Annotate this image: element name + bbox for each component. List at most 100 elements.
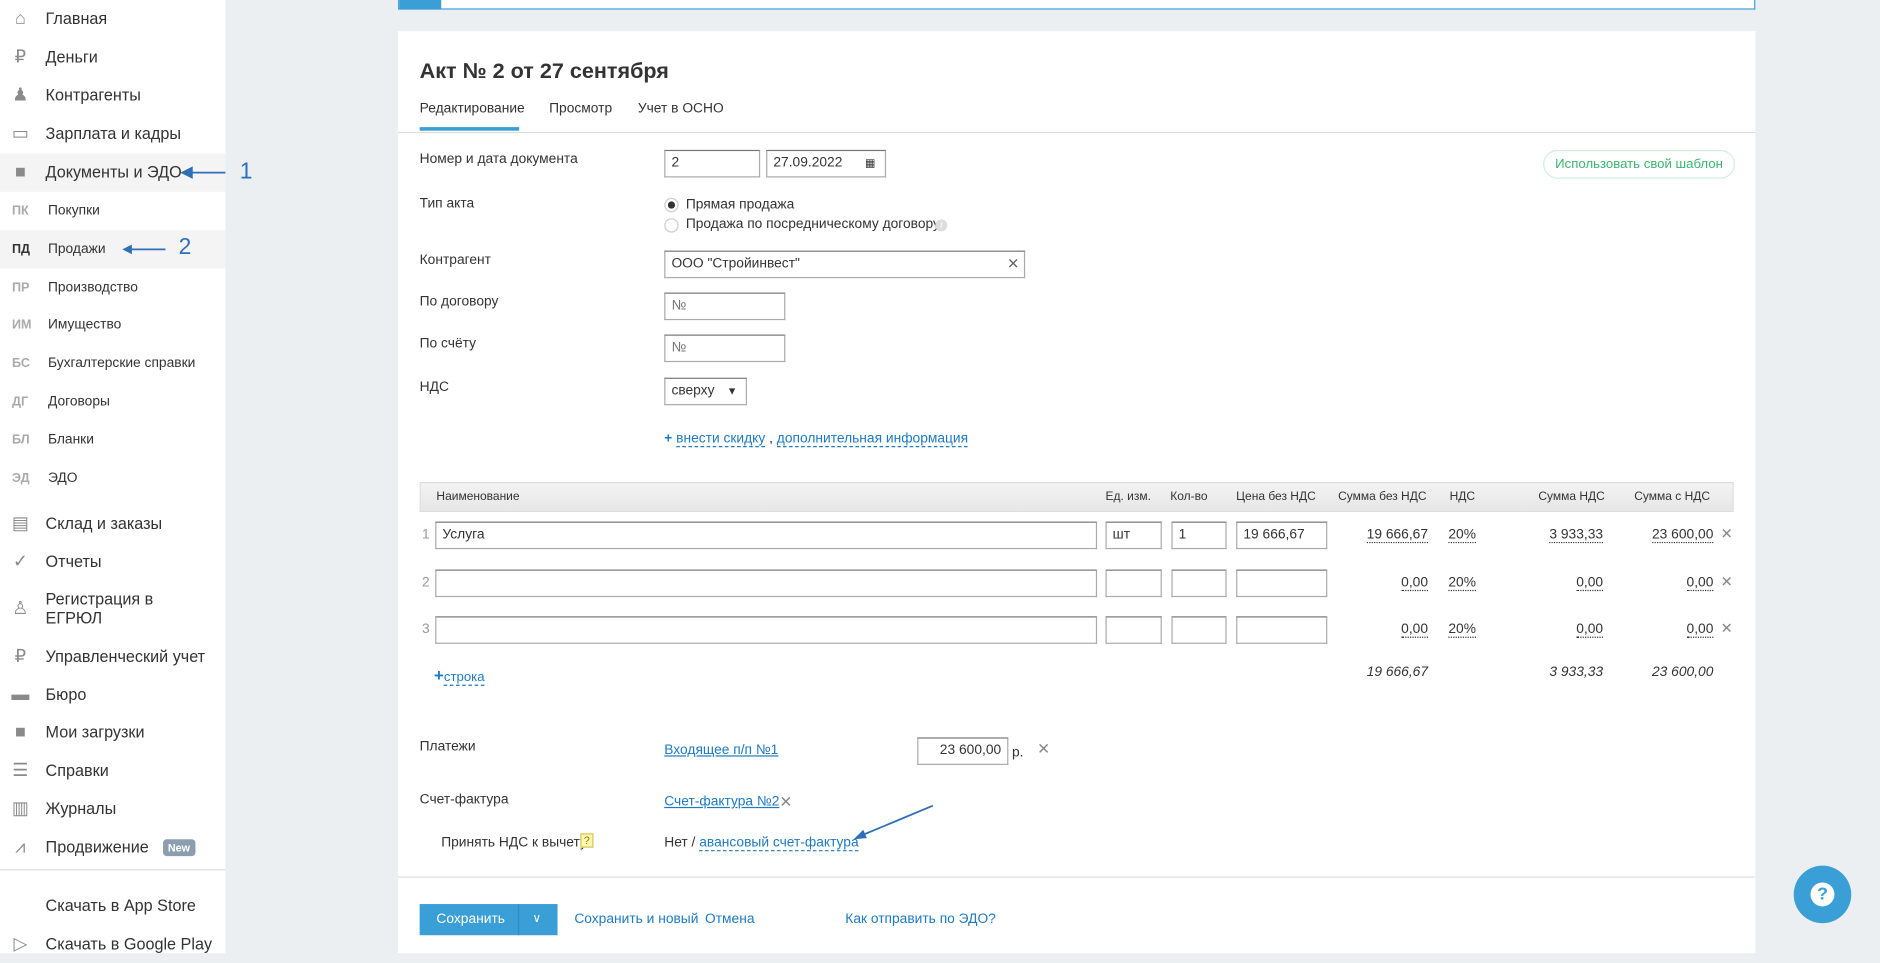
document-number-input[interactable]: 2 xyxy=(664,149,761,178)
document-date-input[interactable]: 27.09.2022 ▦ xyxy=(766,149,887,178)
radio-agent-sale-label[interactable]: Продажа по посредническому договору xyxy=(686,217,940,231)
warehouse-icon: ▤ xyxy=(11,513,29,534)
contractor-input[interactable]: ООО "Стройинвест" ✕ xyxy=(664,250,1026,279)
payments-label: Платежи xyxy=(419,739,476,755)
radio-direct-sale[interactable] xyxy=(664,197,679,213)
item-total[interactable]: 0,00 xyxy=(1686,576,1714,592)
payment-amount-input[interactable]: 23 600,00 xyxy=(917,737,1009,765)
invoice-ref-input[interactable]: № xyxy=(664,334,786,363)
active-tab-indicator xyxy=(419,127,520,131)
cancel-link[interactable]: Отмена xyxy=(705,912,754,926)
info-icon[interactable]: i xyxy=(935,219,948,232)
item-vat-sum[interactable]: 0,00 xyxy=(1576,622,1604,638)
calendar-icon[interactable]: ▦ xyxy=(865,151,875,176)
tab-editing[interactable]: Редактирование xyxy=(420,102,525,116)
sidebar-item-items-1[interactable]: ₽ Деньги xyxy=(0,38,225,76)
item-sum[interactable]: 0,00 xyxy=(1401,622,1429,638)
invoice-link[interactable]: Счет-фактура №2 xyxy=(664,795,779,809)
radio-agent-sale[interactable] xyxy=(664,218,679,233)
vat-mode-select[interactable]: сверху ▼ xyxy=(664,377,747,406)
item-name-input[interactable] xyxy=(435,569,1098,598)
item-unit-input[interactable] xyxy=(1105,569,1162,598)
add-discount-link[interactable]: внести скидку xyxy=(676,431,765,448)
radio-direct-sale-label[interactable]: Прямая продажа xyxy=(686,198,794,212)
sidebar-item-items2-5[interactable]: ■ Мои загрузки xyxy=(0,713,225,751)
sidebar-item-items2-6[interactable]: ☰ Справки xyxy=(0,752,225,790)
subitem-abbr: ПД xyxy=(11,241,31,257)
edo-help-link[interactable]: Как отправить по ЭДО? xyxy=(845,912,996,926)
item-total[interactable]: 0,00 xyxy=(1686,622,1714,638)
vat-label: НДС xyxy=(419,380,449,395)
item-qty-input[interactable]: 1 xyxy=(1171,521,1227,550)
sidebar-item-items2-8[interactable]: ⩘ Продвижение New xyxy=(0,829,225,867)
wallet-icon: ▭ xyxy=(11,123,29,144)
save-button[interactable]: Сохранить ∨ xyxy=(419,904,558,936)
item-name-input[interactable]: Услуга xyxy=(435,521,1098,550)
item-vat-sum[interactable]: 0,00 xyxy=(1576,576,1604,592)
save-new-link[interactable]: Сохранить и новый xyxy=(574,912,698,926)
add-row[interactable]: +строка xyxy=(434,665,485,686)
tab-view[interactable]: Просмотр xyxy=(549,102,612,116)
sidebar-item-items-2[interactable]: ♟ Контрагенты xyxy=(0,77,225,115)
item-price-input[interactable]: 19 666,67 xyxy=(1236,521,1328,550)
item-qty-input[interactable] xyxy=(1171,616,1227,644)
item-sum[interactable]: 0,00 xyxy=(1401,576,1429,592)
item-price-input[interactable] xyxy=(1236,569,1328,598)
add-row-link[interactable]: строка xyxy=(443,670,485,686)
item-unit-input[interactable]: шт xyxy=(1105,521,1162,550)
item-unit-input[interactable] xyxy=(1105,616,1162,644)
date-value: 27.09.2022 xyxy=(773,155,843,171)
payment-link[interactable]: Входящее п/п №1 xyxy=(664,743,778,757)
item-price-input[interactable] xyxy=(1236,616,1328,644)
item-qty-input[interactable] xyxy=(1171,569,1227,598)
sidebar-item-downloads-0[interactable]: Скачать в App Store xyxy=(0,887,225,925)
sidebar-item-label: Контрагенты xyxy=(45,86,141,105)
sidebar-subitem-7[interactable]: ЭД ЭДО xyxy=(0,459,225,497)
total-sum: 19 666,67 xyxy=(1366,665,1429,680)
item-sum[interactable]: 19 666,67 xyxy=(1366,528,1429,544)
remove-invoice-icon[interactable]: ✕ xyxy=(779,793,792,812)
advance-invoice-link[interactable]: авансовый счет-фактура xyxy=(699,835,859,852)
contract-input[interactable]: № xyxy=(664,292,786,321)
sidebar-subitem-3[interactable]: ИМ Имущество xyxy=(0,306,225,344)
sidebar-item-items2-7[interactable]: ▥ Журналы xyxy=(0,790,225,828)
remove-row-icon[interactable]: ✕ xyxy=(1721,573,1733,590)
remove-row-icon[interactable]: ✕ xyxy=(1721,620,1733,637)
help-button[interactable]: ? xyxy=(1793,865,1852,924)
sidebar-item-items2-3[interactable]: ₽ Управленческий учет xyxy=(0,638,225,676)
sidebar-item-items2-4[interactable]: ▬ Бюро xyxy=(0,676,225,714)
sidebar-item-items2-1[interactable]: ✓ Отчеты xyxy=(0,543,225,581)
item-vat-rate[interactable]: 20% xyxy=(1448,622,1477,638)
item-vat-rate[interactable]: 20% xyxy=(1448,528,1477,544)
sidebar-item-items2-2[interactable]: ♙ Регистрация в ЕГРЮЛ xyxy=(0,582,225,637)
subitem-label: Бухгалтерские справки xyxy=(47,356,196,371)
item-name-input[interactable] xyxy=(435,616,1098,644)
chevron-down-icon[interactable]: ∨ xyxy=(532,904,541,935)
item-vat-rate[interactable]: 20% xyxy=(1448,576,1477,592)
items-table-header: Наименование Ед. изм. Кол-во Цена без НД… xyxy=(419,481,1734,512)
sidebar-subitem-5[interactable]: ДГ Договоры xyxy=(0,382,225,420)
sidebar-item-items-3[interactable]: ▭ Зарплата и кадры xyxy=(0,115,225,153)
sidebar-item-items-0[interactable]: ⌂ Главная xyxy=(0,0,225,38)
tab-osno[interactable]: Учет в ОСНО xyxy=(638,102,724,116)
use-template-button[interactable]: Использовать свой шаблон xyxy=(1543,149,1735,179)
col-unit: Ед. изм. xyxy=(1105,490,1151,504)
sidebar-subitem-6[interactable]: БЛ Бланки xyxy=(0,421,225,459)
remove-payment-icon[interactable]: ✕ xyxy=(1037,740,1050,759)
item-vat-sum[interactable]: 3 933,33 xyxy=(1549,528,1604,544)
clear-contractor-icon[interactable]: ✕ xyxy=(1007,252,1019,277)
item-total[interactable]: 23 600,00 xyxy=(1652,528,1714,544)
sidebar-item-label: Зарплата и кадры xyxy=(45,124,181,143)
info-list-icon: ☰ xyxy=(12,760,29,781)
comma: , xyxy=(769,431,773,447)
apple-icon xyxy=(10,896,32,918)
col-sum: Сумма без НДС xyxy=(1338,490,1427,504)
sidebar-item-label: Журналы xyxy=(45,799,117,818)
additional-info-link[interactable]: дополнительная информация xyxy=(776,431,968,448)
sidebar-item-downloads-1[interactable]: ▷ Скачать в Google Play xyxy=(0,925,225,963)
remove-row-icon[interactable]: ✕ xyxy=(1721,525,1733,542)
help-hint-icon[interactable]: ? xyxy=(580,833,594,848)
sidebar-item-items2-0[interactable]: ▤ Склад и заказы xyxy=(0,505,225,543)
subitem-abbr: БС xyxy=(11,356,30,371)
sidebar-subitem-4[interactable]: БС Бухгалтерские справки xyxy=(0,344,225,382)
